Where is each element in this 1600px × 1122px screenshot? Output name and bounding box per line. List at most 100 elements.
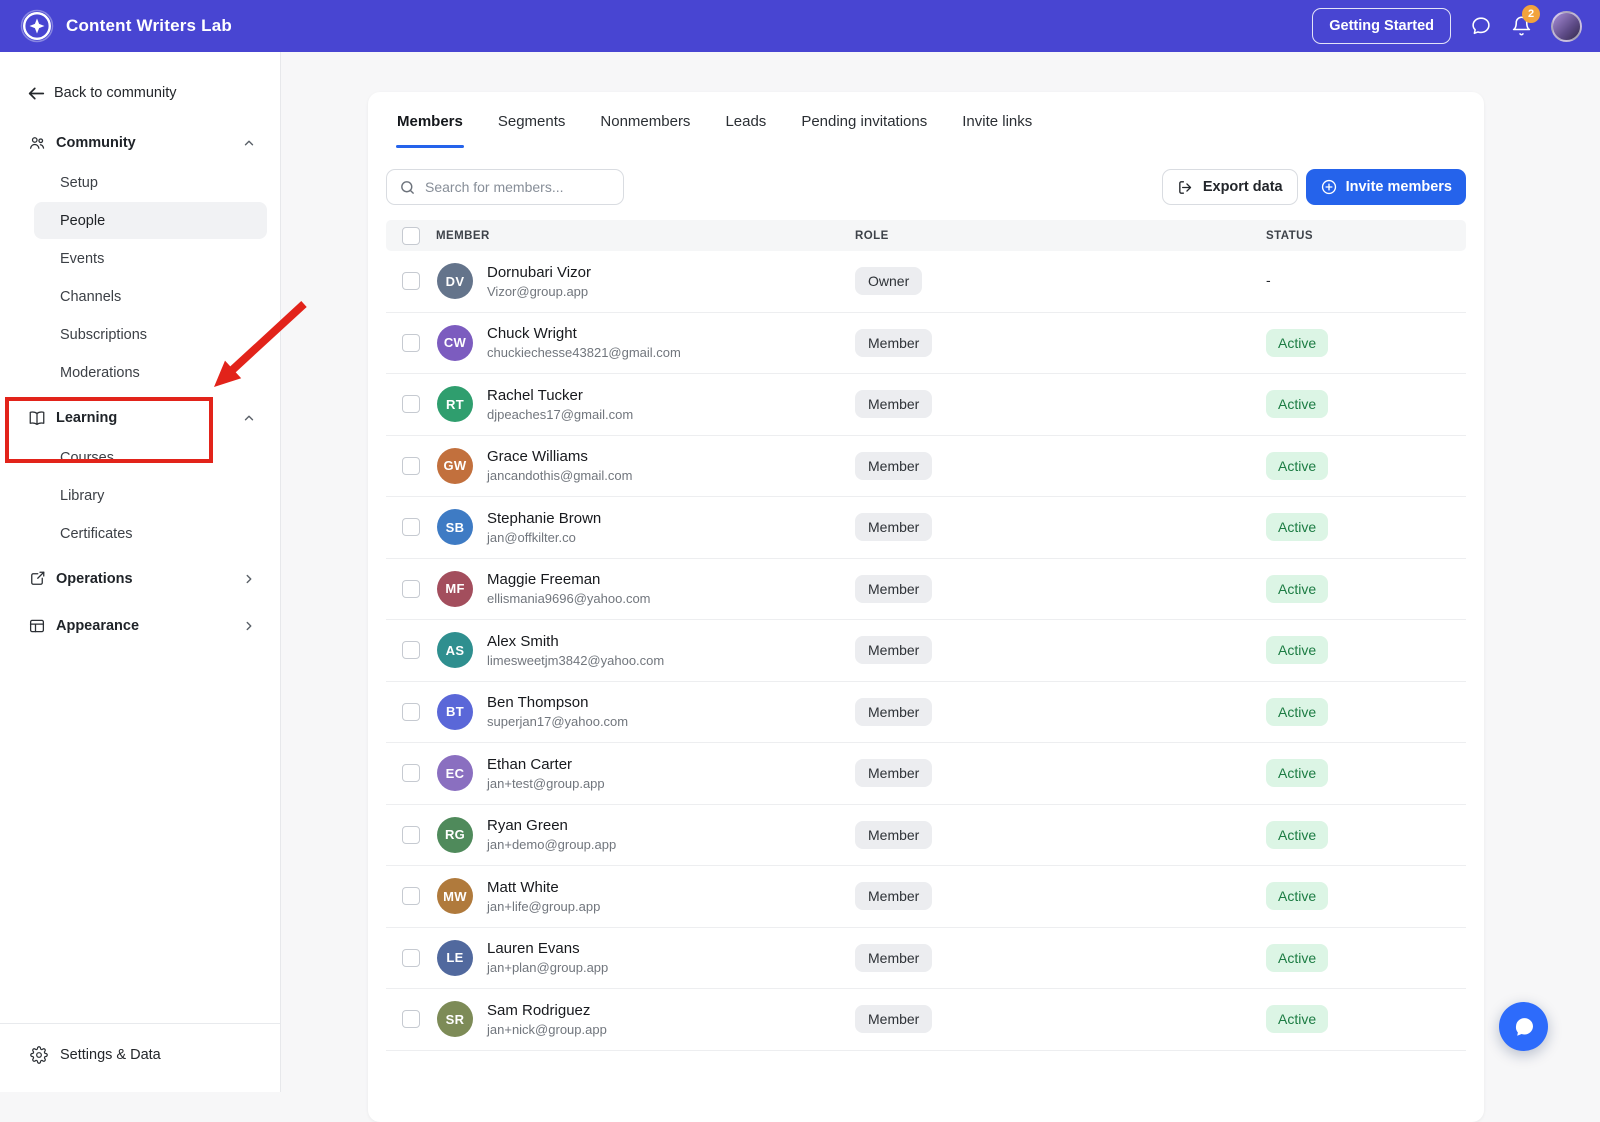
sidebar-item-courses[interactable]: Courses	[34, 439, 267, 476]
sidebar-item-events[interactable]: Events	[34, 240, 267, 277]
sidebar-item-people[interactable]: People	[34, 202, 267, 239]
row-checkbox[interactable]	[402, 949, 420, 967]
member-email: djpeaches17@gmail.com	[487, 407, 633, 422]
row-checkbox[interactable]	[402, 1010, 420, 1028]
member-email: jan@offkilter.co	[487, 530, 601, 545]
member-name: Dornubari Vizor	[487, 264, 591, 281]
member-email: jan+demo@group.app	[487, 837, 616, 852]
table-row: MFMaggie Freemanellismania9696@yahoo.com…	[386, 559, 1466, 621]
sidebar-item-moderations[interactable]: Moderations	[34, 354, 267, 391]
role-badge: Member	[855, 390, 932, 418]
invite-members-button[interactable]: Invite members	[1306, 169, 1466, 205]
row-checkbox[interactable]	[402, 764, 420, 782]
plus-circle-icon	[1320, 178, 1338, 196]
row-checkbox[interactable]	[402, 580, 420, 598]
settings-label: Settings & Data	[60, 1047, 161, 1063]
settings-and-data[interactable]: Settings & Data	[0, 1023, 280, 1092]
row-checkbox[interactable]	[402, 457, 420, 475]
search-input[interactable]	[425, 179, 611, 195]
sidebar-item-channels[interactable]: Channels	[34, 278, 267, 315]
col-header-status: STATUS	[1260, 230, 1466, 242]
members-table: MEMBER ROLE STATUS DVDornubari VizorVizo…	[386, 220, 1466, 1051]
back-to-community-link[interactable]: Back to community	[0, 52, 280, 109]
row-checkbox[interactable]	[402, 887, 420, 905]
member-avatar: SR	[437, 1001, 473, 1037]
sidebar-item-setup[interactable]: Setup	[34, 164, 267, 201]
member-name: Rachel Tucker	[487, 387, 633, 404]
community-icon	[28, 134, 46, 152]
role-badge: Member	[855, 882, 932, 910]
role-badge: Owner	[855, 267, 922, 295]
getting-started-button[interactable]: Getting Started	[1312, 8, 1451, 44]
status-badge: Active	[1266, 452, 1328, 480]
member-name: Lauren Evans	[487, 940, 608, 957]
sidebar-item-library[interactable]: Library	[34, 477, 267, 514]
invite-label: Invite members	[1346, 179, 1452, 195]
user-avatar[interactable]	[1551, 11, 1582, 42]
status-badge: Active	[1266, 882, 1328, 910]
row-checkbox[interactable]	[402, 703, 420, 721]
sidebar-section-label: Appearance	[56, 618, 139, 634]
notifications-icon[interactable]: 2	[1511, 15, 1532, 37]
row-checkbox[interactable]	[402, 518, 420, 536]
role-badge: Member	[855, 698, 932, 726]
role-badge: Member	[855, 821, 932, 849]
table-row: DV Dornubari Vizor Vizor@group.app Owner -	[386, 251, 1466, 313]
member-avatar: CW	[437, 325, 473, 361]
sidebar-item-subscriptions[interactable]: Subscriptions	[34, 316, 267, 353]
role-badge: Member	[855, 329, 932, 357]
status-badge: Active	[1266, 390, 1328, 418]
tab-pending-invitations[interactable]: Pending invitations	[800, 92, 928, 148]
members-card: Members Segments Nonmembers Leads Pending in…	[368, 92, 1484, 1122]
status-badge: Active	[1266, 821, 1328, 849]
app-title: Content Writers Lab	[66, 16, 232, 36]
export-icon	[1177, 179, 1194, 196]
role-badge: Member	[855, 1005, 932, 1033]
member-email: Vizor@group.app	[487, 284, 591, 299]
table-row: GWGrace Williamsjancandothis@gmail.comMe…	[386, 436, 1466, 498]
tab-leads[interactable]: Leads	[724, 92, 767, 148]
row-checkbox[interactable]	[402, 272, 420, 290]
table-row: RTRachel Tuckerdjpeaches17@gmail.comMemb…	[386, 374, 1466, 436]
chevron-up-icon	[242, 411, 256, 425]
app-logo-icon[interactable]	[20, 9, 54, 43]
export-label: Export data	[1203, 179, 1283, 195]
tabs: Members Segments Nonmembers Leads Pending in…	[386, 92, 1466, 148]
row-checkbox[interactable]	[402, 334, 420, 352]
chat-bubble-icon	[1512, 1015, 1536, 1039]
main-area: Members Segments Nonmembers Leads Pending in…	[282, 52, 1600, 1092]
sidebar-section-learning[interactable]: Learning	[0, 398, 280, 438]
tab-invite-links[interactable]: Invite links	[961, 92, 1033, 148]
gear-icon	[30, 1046, 48, 1064]
member-name: Stephanie Brown	[487, 510, 601, 527]
messages-icon[interactable]	[1470, 15, 1492, 37]
tab-members[interactable]: Members	[396, 92, 464, 148]
table-row: LELauren Evansjan+plan@group.appMemberAc…	[386, 928, 1466, 990]
tab-nonmembers[interactable]: Nonmembers	[599, 92, 691, 148]
export-data-button[interactable]: Export data	[1162, 169, 1298, 205]
row-checkbox[interactable]	[402, 641, 420, 659]
member-avatar: DV	[437, 263, 473, 299]
chat-launcher-button[interactable]	[1499, 1002, 1548, 1051]
table-row: ECEthan Carterjan+test@group.appMemberAc…	[386, 743, 1466, 805]
member-name: Ben Thompson	[487, 694, 628, 711]
member-email: jan+plan@group.app	[487, 960, 608, 975]
row-checkbox[interactable]	[402, 395, 420, 413]
member-avatar: EC	[437, 755, 473, 791]
status-badge: Active	[1266, 329, 1328, 357]
member-name: Chuck Wright	[487, 325, 681, 342]
sidebar-section-operations[interactable]: Operations	[0, 559, 280, 599]
sidebar-sections: Community SetupPeopleEventsChannelsSubscr…	[0, 123, 280, 646]
sidebar-item-certificates[interactable]: Certificates	[34, 515, 267, 552]
status-value: -	[1266, 272, 1271, 288]
sidebar-section-community[interactable]: Community	[0, 123, 280, 163]
row-checkbox[interactable]	[402, 826, 420, 844]
sidebar-section-appearance[interactable]: Appearance	[0, 606, 280, 646]
member-name: Alex Smith	[487, 633, 664, 650]
member-name: Maggie Freeman	[487, 571, 651, 588]
select-all-checkbox[interactable]	[402, 227, 420, 245]
member-name: Sam Rodriguez	[487, 1002, 607, 1019]
sidebar-section-label: Community	[56, 135, 136, 151]
member-avatar: GW	[437, 448, 473, 484]
tab-segments[interactable]: Segments	[497, 92, 567, 148]
